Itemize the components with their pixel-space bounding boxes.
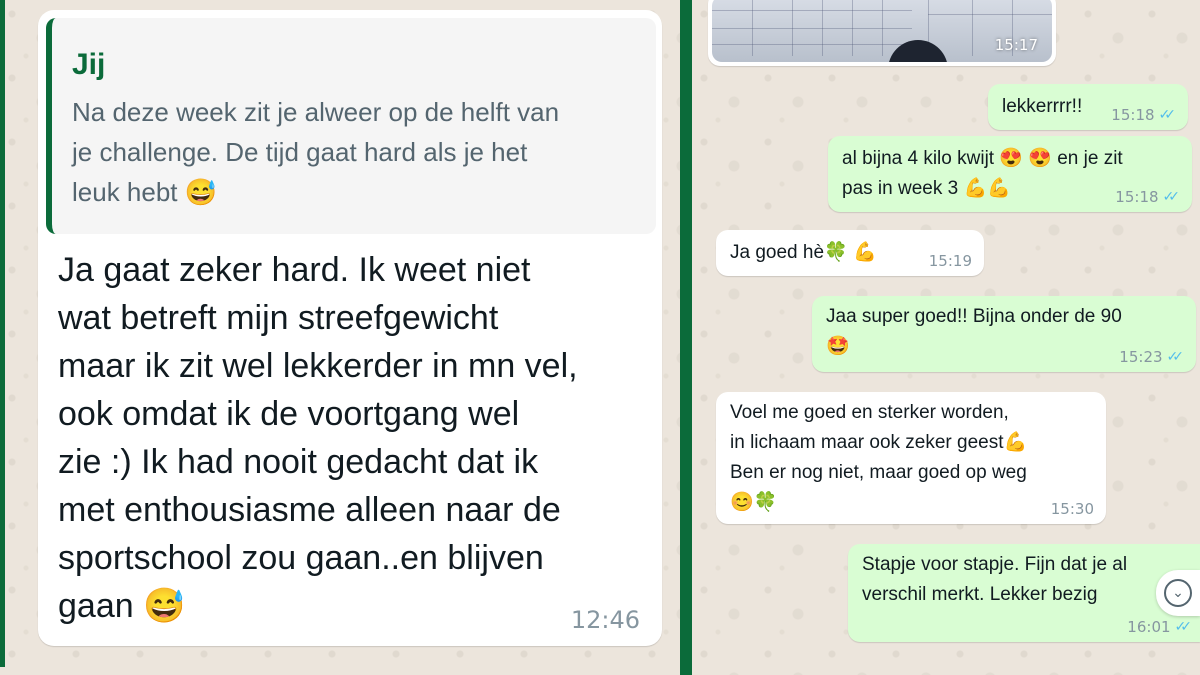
left-footer-strip: [0, 667, 680, 675]
quoted-author: Jij: [72, 48, 106, 81]
message-text: Voel me goed en sterker worden, in licha…: [730, 402, 1028, 513]
message-meta: 15:18 ✓✓: [1111, 106, 1176, 124]
image-thumbnail[interactable]: 15:17: [712, 0, 1052, 62]
double-check-icon: ✓✓: [1162, 189, 1181, 205]
outgoing-message[interactable]: Jaa super goed!! Bijna onder de 90 🤩 15:…: [812, 296, 1196, 372]
message-time: 15:18: [1111, 106, 1155, 124]
right-chat-panel: 15:17 lekkerrrr!! 15:18 ✓✓ al bijna 4 ki…: [692, 0, 1200, 675]
incoming-message[interactable]: Voel me goed en sterker worden, in licha…: [716, 392, 1106, 524]
outgoing-message[interactable]: Stapje voor stapje. Fijn dat je al versc…: [848, 544, 1200, 642]
image-message-time: 15:17: [994, 36, 1038, 54]
message-meta: 15:18 ✓✓: [1115, 188, 1180, 206]
message-text: lekkerrrr!!: [1002, 96, 1083, 117]
message-text: al bijna 4 kilo kwijt 😍 😍 en je zit pas …: [842, 148, 1123, 199]
message-text: Jaa super goed!! Bijna onder de 90 🤩: [826, 306, 1122, 357]
outgoing-message[interactable]: al bijna 4 kilo kwijt 😍 😍 en je zit pas …: [828, 136, 1192, 212]
message-text: Ja gaat zeker hard. Ik weet niet wat bet…: [58, 251, 578, 625]
incoming-message[interactable]: Ja goed hè🍀 💪 15:19: [716, 230, 984, 276]
panel-divider: [680, 0, 692, 675]
image-message[interactable]: 15:17: [708, 0, 1056, 66]
message-text: Ja goed hè🍀 💪: [730, 242, 877, 263]
message-meta: 15:23 ✓✓: [1119, 348, 1184, 366]
message-meta: 16:01 ✓✓: [1127, 618, 1192, 636]
quoted-text: Na deze week zit je alweer op de helft v…: [72, 97, 560, 207]
outgoing-message[interactable]: lekkerrrr!! 15:18 ✓✓: [988, 84, 1188, 130]
message-time: 15:23: [1119, 348, 1163, 366]
message-time: 15:30: [1050, 500, 1094, 518]
message-time: 15:18: [1115, 188, 1159, 206]
left-chat-panel: Jij Na deze week zit je alweer op de hel…: [0, 0, 680, 675]
quoted-message[interactable]: Jij Na deze week zit je alweer op de hel…: [46, 18, 656, 234]
message-time: 16:01: [1127, 618, 1171, 636]
message-time: 12:46: [570, 606, 640, 634]
message-text: Stapje voor stapje. Fijn dat je al versc…: [862, 554, 1128, 605]
double-check-icon: ✓✓: [1166, 349, 1185, 365]
chevron-down-icon: ⌄: [1164, 579, 1192, 607]
message-meta: 15:30: [1051, 500, 1094, 518]
scroll-down-button[interactable]: ⌄: [1156, 570, 1200, 616]
message-time: 15:19: [928, 252, 972, 270]
left-edge-bar: [0, 0, 5, 675]
incoming-reply-message[interactable]: Jij Na deze week zit je alweer op de hel…: [38, 10, 662, 646]
double-check-icon: ✓✓: [1158, 107, 1177, 123]
double-check-icon: ✓✓: [1174, 619, 1193, 635]
message-meta: 15:19: [929, 252, 972, 270]
